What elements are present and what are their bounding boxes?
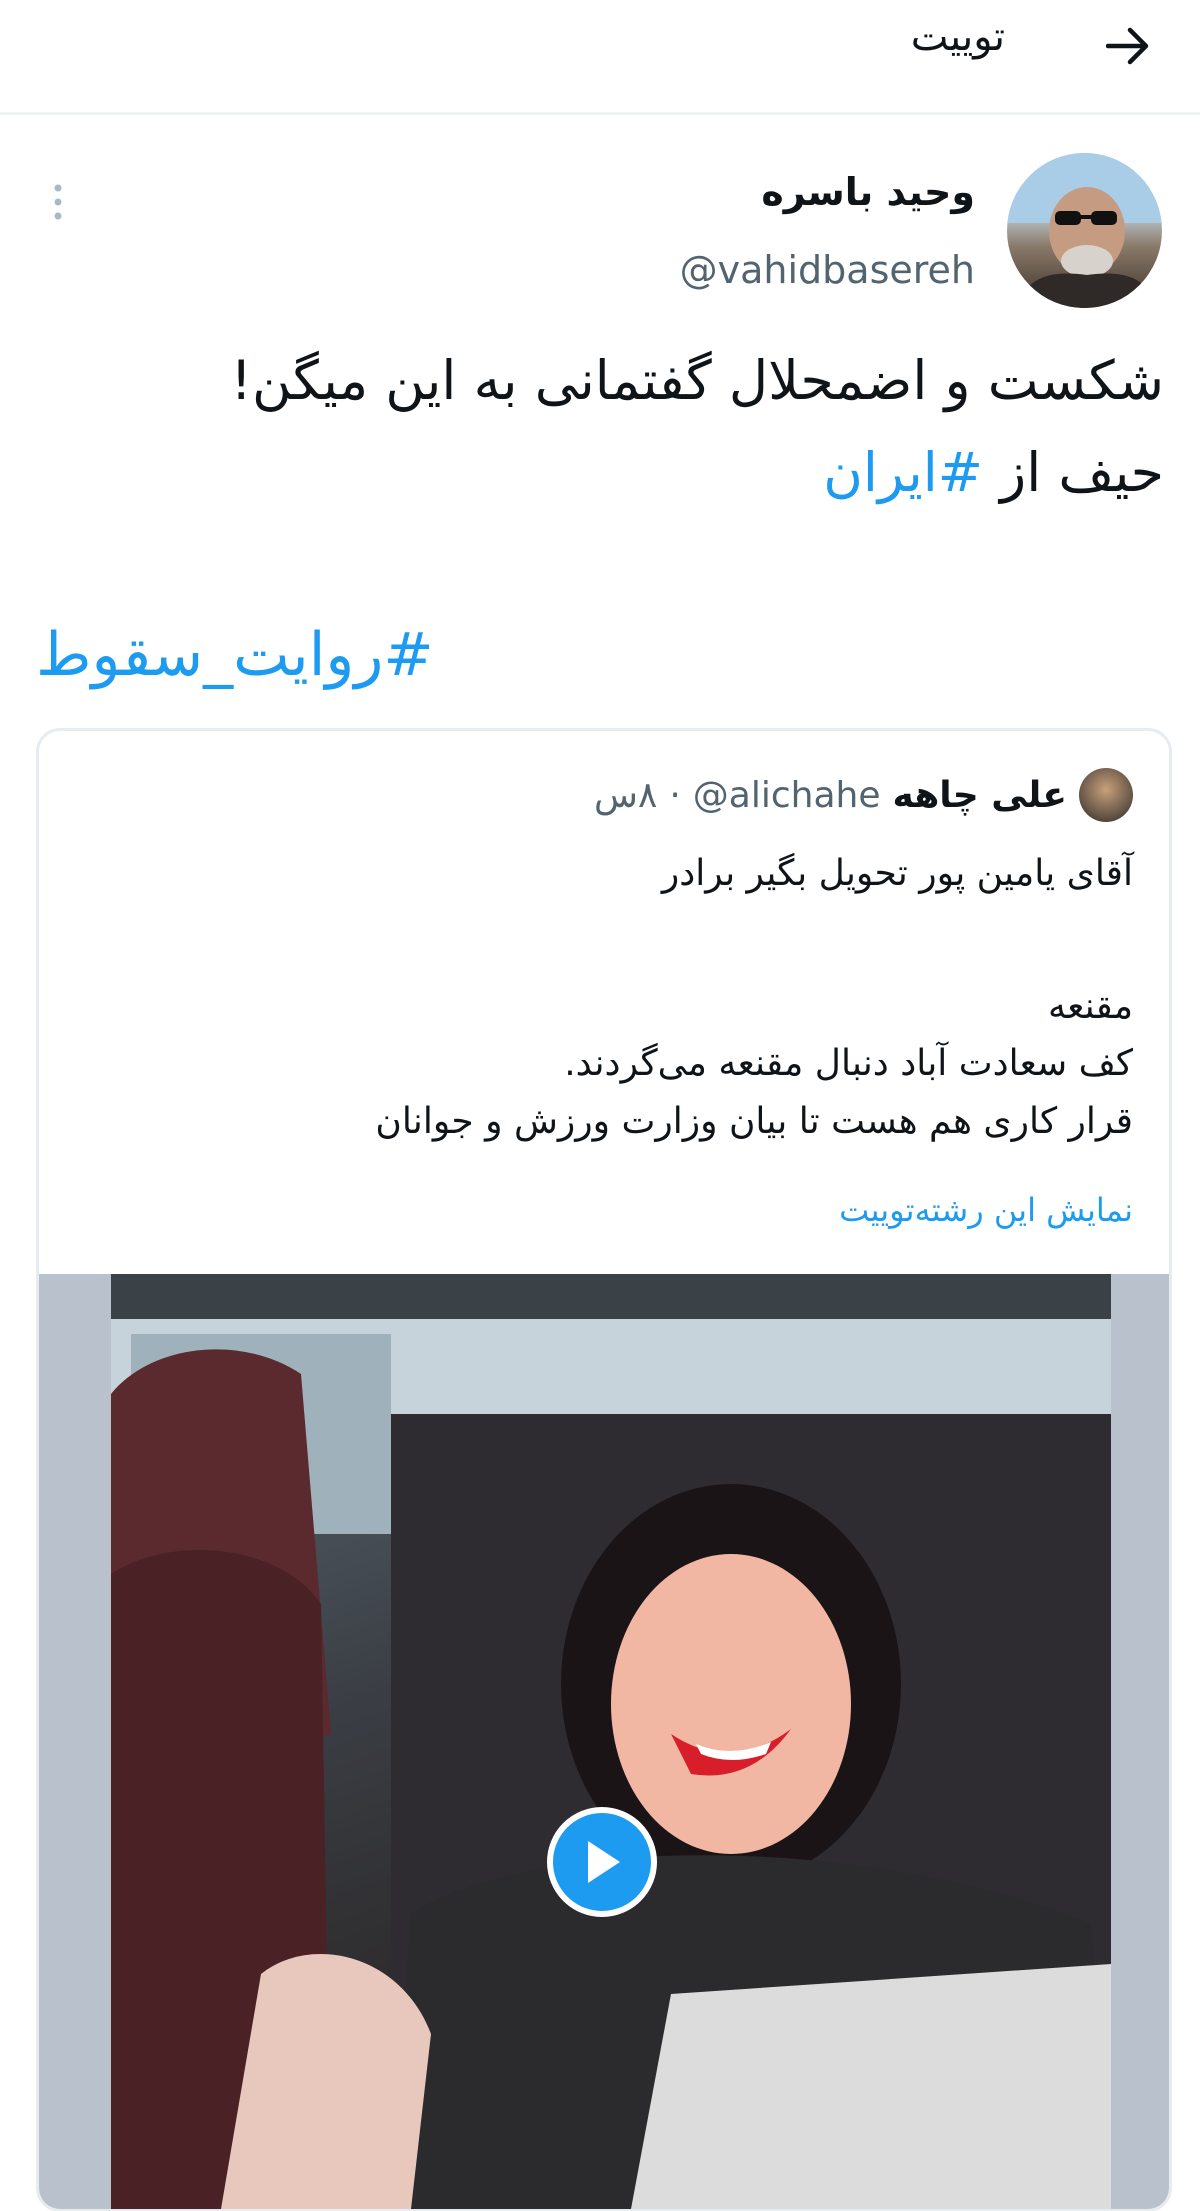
video-player[interactable] [39,1274,1169,2209]
show-thread-link[interactable]: نمایش این رشته‌توییت [839,1191,1133,1229]
quoted-text-line-4: قرار کاری هم هست تا بیان وزارت ورزش و جو… [375,1101,1133,1142]
play-button[interactable] [547,1807,657,1917]
quoted-timestamp[interactable]: ۸س [594,775,657,816]
quoted-separator: · [669,774,681,816]
quoted-text-line-2: مقنعه [1047,986,1133,1027]
quoted-text-line-1: آقای یامین پور تحویل بگیر برادر [661,853,1133,894]
tweet-text: شکست و اضمحلال گفتمانی به این میگن! حیف … [44,335,1164,519]
video-thumbnail-image [111,1274,1111,2209]
play-icon [588,1841,620,1883]
author-handle[interactable]: @vahidbasereh [680,248,975,292]
page-title: توییت [910,14,1005,60]
more-options-button[interactable] [48,180,68,230]
quoted-tweet-card[interactable]: علی چاهه @alichahe · ۸س آقای یامین پور ت… [36,728,1172,2211]
quoted-author-avatar[interactable] [1079,768,1133,822]
quoted-author-name[interactable]: علی چاهه [893,775,1068,816]
arrow-right-icon [1106,27,1149,65]
hashtag-iran[interactable]: #ایران [823,441,983,504]
tweet-line-2: حیف از #ایران [44,427,1164,519]
quoted-tweet-header: علی چاهه @alichahe · ۸س [594,768,1133,822]
quoted-author-handle[interactable]: @alichahe [693,775,881,816]
more-vertical-icon [54,184,62,220]
quoted-text-line-3: کف سعادت آباد دنبال مقنعه می‌گردند. [564,1043,1133,1084]
author-name[interactable]: وحید باسره [761,170,975,214]
top-bar: توییت [0,0,1200,115]
tweet-line-2-text: حیف از [1000,441,1164,504]
tweet-line-1: شکست و اضمحلال گفتمانی به این میگن! [230,349,1164,412]
video-thumbnail [111,1274,1111,2209]
avatar-image [1007,153,1162,308]
back-button[interactable] [1096,14,1160,78]
author-avatar[interactable] [1007,153,1162,308]
tweet-page: توییت وحید باسره @vahidbasereh شکست و اض… [0,0,1200,2211]
hashtag-revayat-soghoot[interactable]: #روایت_سقوط [36,620,434,690]
